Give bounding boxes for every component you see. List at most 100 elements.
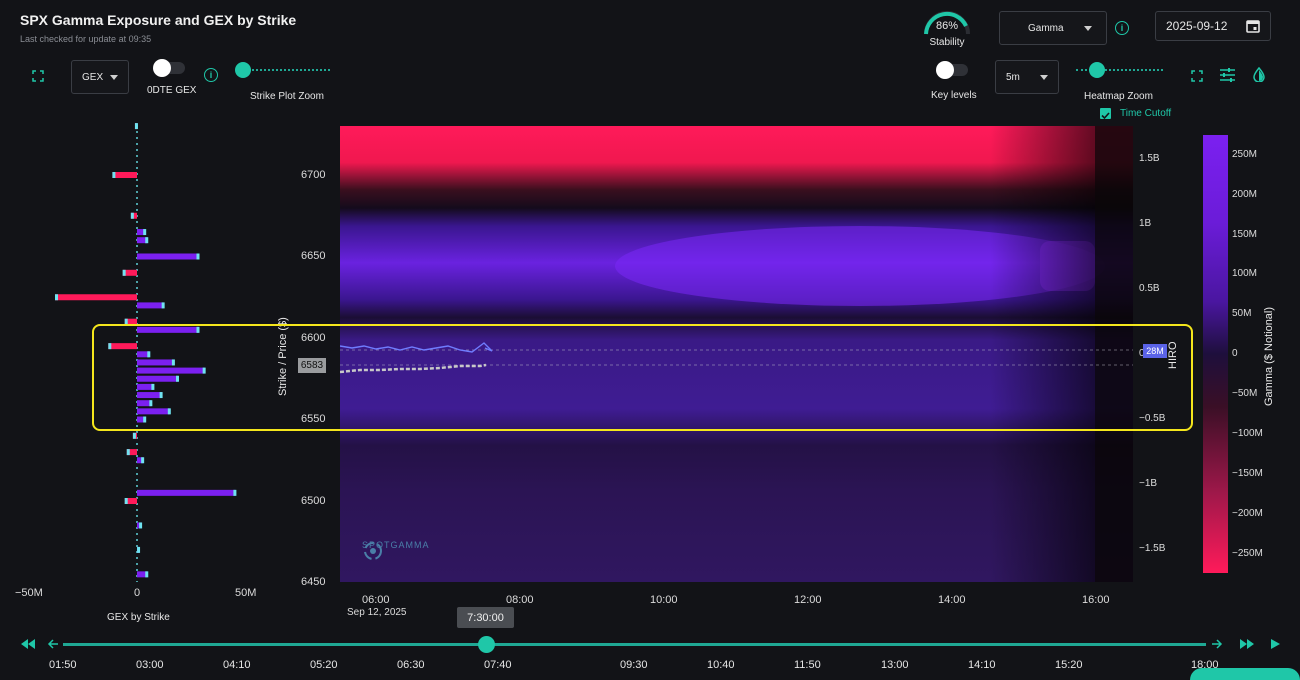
strike-zoom-track[interactable] (243, 69, 330, 71)
timeline-label: 11:50 (794, 659, 821, 671)
key-levels-toggle[interactable] (936, 61, 968, 79)
colorbar-tick: 150M (1232, 229, 1258, 240)
hiro-tick: −1B (1139, 478, 1158, 489)
page-title: SPX Gamma Exposure and GEX by Strike (20, 12, 297, 28)
gex-x-tick: 50M (235, 587, 257, 599)
colorbar-tick: −150M (1232, 468, 1263, 479)
timeline-label: 06:30 (397, 659, 425, 671)
hiro-tick: 0.5B (1139, 283, 1160, 294)
spotgamma-logo-icon (364, 542, 382, 560)
time-tick: 14:00 (938, 594, 966, 606)
expand-icon[interactable] (32, 70, 44, 82)
hiro-tick: 1.5B (1139, 153, 1160, 164)
gex-bar-cap (143, 229, 147, 236)
gex-bar-cap (145, 237, 149, 244)
time-tick: 12:00 (794, 594, 822, 606)
colorbar-tick: 0 (1232, 348, 1238, 359)
info-icon[interactable]: i (1115, 21, 1129, 35)
gex-bar (55, 294, 137, 301)
chevron-down-icon (1040, 74, 1048, 80)
gex-x-tick: 0 (134, 587, 141, 599)
last-update-text: Last checked for update at 09:35 (20, 34, 152, 44)
droplet-icon[interactable] (1253, 67, 1265, 82)
colorbar-tick: −100M (1232, 428, 1263, 439)
gex-x-label: GEX by Strike (107, 612, 170, 623)
key-levels-label: Key levels (931, 90, 977, 101)
arrow-right-icon[interactable] (1211, 638, 1223, 650)
expand-icon[interactable] (1191, 70, 1203, 82)
odte-gex-label: 0DTE GEX (147, 85, 197, 96)
timeline-label: 13:00 (881, 659, 909, 671)
interval-select[interactable]: 5m (995, 60, 1059, 94)
gex-bar-cap (124, 498, 128, 504)
strike-tick: 6650 (301, 250, 326, 262)
timeline-label: 03:00 (136, 659, 164, 671)
arrow-left-icon[interactable] (47, 638, 59, 650)
strike-zoom-label: Strike Plot Zoom (250, 91, 324, 102)
colorbar-tick: −50M (1232, 388, 1258, 399)
measure-select[interactable]: Gamma (999, 11, 1107, 45)
time-cutoff-checkbox[interactable] (1100, 108, 1111, 120)
time-tick: 06:00 (362, 594, 390, 606)
gex-bar-cap (122, 269, 126, 276)
colorbar-tick: 100M (1232, 268, 1258, 279)
interval-select-value: 5m (1006, 71, 1020, 83)
timeline-label: 04:10 (223, 659, 251, 671)
timeline-label: 15:20 (1055, 659, 1083, 671)
gex-bar-cap (196, 253, 200, 260)
gex-bar-cap (139, 522, 143, 529)
timeline-label: 07:40 (484, 659, 512, 671)
check-icon (1101, 112, 1110, 120)
heatmap-zoom-knob[interactable] (1089, 62, 1105, 78)
timeline-label: 09:30 (620, 659, 648, 671)
heatmap-zoom-label: Heatmap Zoom (1084, 91, 1153, 102)
gex-bar-cap (137, 546, 141, 553)
time-cutoff-label: Time Cutoff (1120, 108, 1172, 119)
toggle-knob (936, 61, 954, 79)
gex-bar-cap (126, 449, 130, 456)
strike-zoom-knob[interactable] (235, 62, 251, 78)
time-tick: 10:00 (650, 594, 678, 606)
colorbar-tick: 50M (1232, 308, 1252, 319)
toggle-knob (153, 59, 171, 77)
timeline-label: 14:10 (968, 659, 996, 671)
time-tick: 16:00 (1082, 594, 1110, 606)
fast-forward-icon[interactable] (1239, 638, 1255, 650)
chevron-down-icon (110, 74, 118, 80)
colorbar-label: Gamma ($ Notional) (1263, 306, 1275, 406)
strike-tick: 6700 (301, 169, 326, 181)
sliders-icon[interactable] (1220, 68, 1235, 82)
rewind-icon[interactable] (20, 638, 36, 650)
gex-bar-cap (161, 302, 165, 309)
gex-select[interactable]: GEX (71, 60, 129, 94)
strike-tick: 6450 (301, 576, 326, 588)
colorbar-tick: 200M (1232, 189, 1258, 200)
strike-tick: 6500 (301, 495, 326, 507)
gex-bar (137, 253, 199, 260)
stability-percent: 86% (935, 20, 959, 32)
gex-bar-cap (233, 489, 237, 496)
odte-gex-toggle[interactable] (153, 59, 185, 77)
timeline-label: 10:40 (707, 659, 735, 671)
colorbar-tick: −250M (1232, 548, 1263, 559)
stability-label: Stability (929, 37, 965, 48)
timeline-tooltip: 7:30:00 (457, 607, 514, 628)
measure-select-value: Gamma (1028, 22, 1064, 34)
chevron-down-icon (1084, 25, 1092, 31)
gex-bar-cap (112, 172, 116, 178)
timeline-knob[interactable] (477, 636, 495, 653)
date-tick: Sep 12, 2025 (347, 607, 407, 618)
colorbar-tick: 250M (1232, 149, 1258, 160)
date-input[interactable]: 2025-09-12 (1155, 11, 1271, 41)
timeline-label: 18:00 (1191, 659, 1219, 671)
gex-select-value: GEX (82, 71, 104, 83)
timeline-label: 05:20 (310, 659, 338, 671)
gex-bar-cap (132, 432, 136, 439)
stability-gauge: 86% Stability (922, 8, 972, 50)
timeline-track[interactable] (63, 643, 1206, 646)
gex-bar (137, 489, 236, 496)
info-icon[interactable]: i (204, 68, 218, 82)
play-icon[interactable] (1270, 638, 1281, 650)
calendar-icon (1246, 20, 1260, 33)
gex-bar-cap (55, 294, 58, 301)
